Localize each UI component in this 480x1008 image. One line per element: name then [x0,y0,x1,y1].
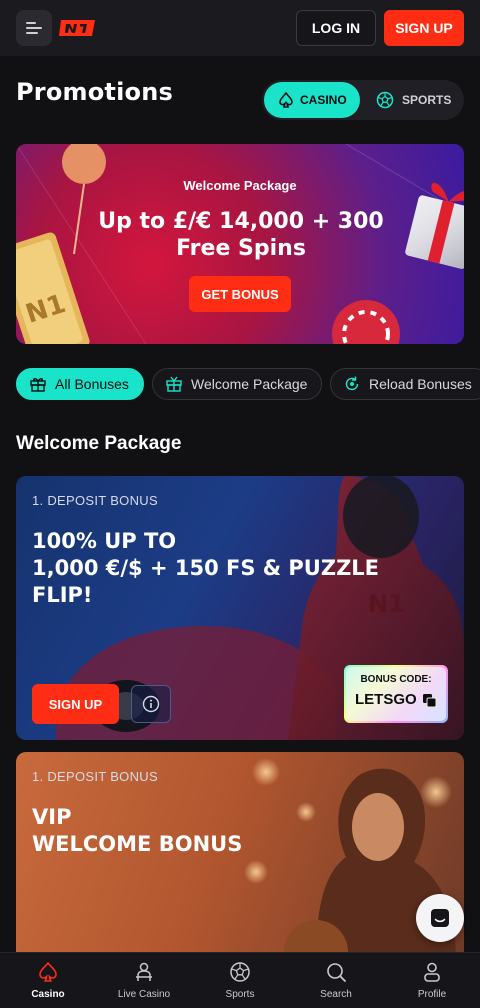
menu-button[interactable] [16,10,52,46]
banner-subtitle: Welcome Package [183,178,297,193]
card-title-line-1: VIP [32,805,72,829]
spade-icon [279,92,293,108]
card-label: 1. DEPOSIT BONUS [32,769,158,784]
nav-label: Casino [31,989,65,1000]
copy-icon[interactable] [422,693,437,708]
nav-sports[interactable]: Sports [192,959,288,1000]
chat-icon [431,909,449,927]
banner-headline-line-2: Free Spins [176,236,306,261]
nav-label: Live Casino [117,989,171,1000]
bonus-filter-chips: All Bonuses Welcome Package Reload Bonus… [16,368,480,400]
banner-headline-line-1: Up to £/€ 14,000 + 300 [98,209,384,234]
promo-card-deposit-bonus[interactable]: N1 1. DEPOSIT BONUS 100% UP TO 1,000 €/$… [16,476,464,740]
section-title: Welcome Package [16,433,182,454]
nav-label: Search [320,989,352,1000]
nav-casino[interactable]: Casino [0,959,96,1000]
search-icon [327,963,346,982]
card-title-line-2: 1,000 €/$ + 150 FS & PUZZLE [32,556,380,580]
card-signup-button[interactable]: SIGN UP [32,684,119,724]
filter-all-bonuses[interactable]: All Bonuses [16,368,144,400]
nav-search[interactable]: Search [288,959,384,1000]
info-icon [142,695,160,713]
gift-box-icon [166,376,182,392]
login-button[interactable]: LOG IN [296,10,376,46]
reload-icon [345,376,359,391]
filter-label: Welcome Package [191,376,308,392]
card-title-line-2: WELCOME BONUS [32,832,243,856]
get-bonus-button[interactable]: GET BONUS [189,276,291,312]
signup-button[interactable]: SIGN UP [384,10,464,46]
gift-icon [30,378,46,392]
toggle-casino[interactable]: CASINO [264,82,360,118]
filter-welcome-package[interactable]: Welcome Package [152,368,322,400]
bonus-code-value: LETSGO [355,691,417,708]
filter-reload-bonuses[interactable]: Reload Bonuses [330,368,480,400]
toggle-sports-label: SPORTS [402,93,452,107]
spade-icon [39,961,57,982]
toggle-casino-label: CASINO [300,93,347,107]
filter-label: All Bonuses [55,376,129,392]
top-bar: LOG IN SIGN UP [0,0,480,56]
user-icon [424,962,440,982]
nav-live-casino[interactable]: Live Casino [96,959,192,1000]
casino-sports-toggle: CASINO SPORTS [262,80,464,120]
info-button[interactable] [131,685,171,723]
card-title-line-1: 100% UP TO [32,529,177,553]
nav-label: Sports [225,989,255,1000]
brand-logo[interactable] [58,16,98,40]
page-title: Promotions [16,78,173,106]
card-title-line-3: FLIP! [32,583,93,607]
bonus-code-box[interactable]: BONUS CODE: LETSGO [344,665,448,723]
card-title: VIP WELCOME BONUS [32,804,412,858]
promo-card-vip-welcome[interactable]: 1. DEPOSIT BONUS VIP WELCOME BONUS [16,752,464,962]
bottom-navigation: Casino Live Casino Sports Search Profile [0,952,480,1008]
live-chat-button[interactable] [416,894,464,942]
toggle-sports[interactable]: SPORTS [370,82,462,118]
banner-headline: Up to £/€ 14,000 + 300 Free Spins [76,208,406,262]
dealer-icon [136,962,152,981]
nav-profile[interactable]: Profile [384,959,480,1000]
bonus-code-caption: BONUS CODE: [360,674,432,685]
nav-label: Profile [417,989,447,1000]
hamburger-icon [26,22,42,34]
soccer-ball-icon [230,962,250,982]
soccer-ball-icon [376,91,394,109]
welcome-package-banner[interactable]: N1 Welcome Package Up to £/€ 14,000 + 30… [16,144,464,344]
card-label: 1. DEPOSIT BONUS [32,493,158,508]
card-title: 100% UP TO 1,000 €/$ + 150 FS & PUZZLE F… [32,528,412,609]
filter-label: Reload Bonuses [369,376,472,392]
